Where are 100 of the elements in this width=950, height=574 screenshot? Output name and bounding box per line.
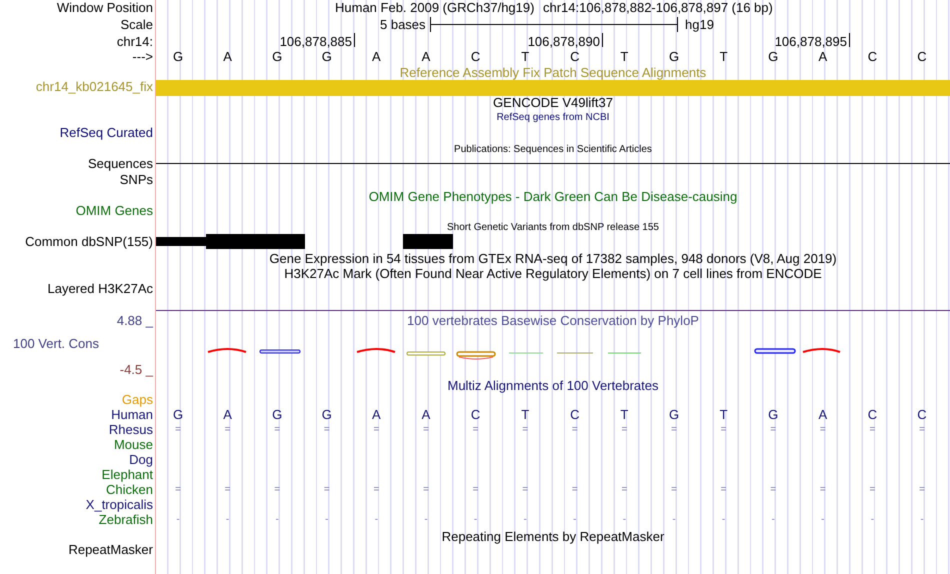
track-label[interactable]: Sequences (88, 156, 153, 172)
base-letter: G (271, 49, 284, 65)
track-label[interactable]: Common dbSNP(155) (25, 234, 153, 250)
base-letter: T (520, 407, 530, 423)
alignment-mark: = (620, 423, 628, 437)
alignment-mark: = (472, 483, 480, 497)
track-title: RefSeq genes from NCBI (496, 112, 610, 123)
base-letter: G (271, 407, 284, 423)
track-label[interactable]: Layered H3K27Ac (47, 281, 153, 297)
alignment-mark: - (720, 513, 726, 527)
base-letter: T (718, 407, 729, 423)
alignment-mark: = (224, 423, 232, 437)
ruler-tick-label: 106,878,890 (526, 34, 600, 50)
ruler-tick-label: 106,878,895 (774, 34, 847, 50)
alignment-mark: = (868, 483, 876, 497)
track-title: Gene Expression in 54 tissues from GTEx RNA-seq of 17382 samples, 948 donors (V8, Aug 2019) (269, 251, 837, 266)
alignment-mark: = (422, 423, 430, 437)
alignment-mark: - (919, 513, 925, 527)
alignment-mark: = (868, 423, 876, 437)
alignment-mark: = (521, 483, 530, 497)
base-letter: G (668, 49, 680, 65)
base-letter: G (172, 49, 184, 65)
species-label[interactable]: X_tropicalis (86, 497, 153, 513)
alignment-mark: = (174, 483, 182, 497)
base-letter: T (619, 49, 630, 65)
alignment-mark: = (670, 423, 678, 437)
species-label[interactable]: Human (111, 407, 153, 423)
base-letter: A (817, 49, 828, 65)
species-label[interactable]: Elephant (102, 467, 153, 483)
base-letter: G (320, 49, 333, 65)
alignment-mark: = (273, 423, 282, 437)
ruler-tick (354, 33, 355, 47)
alignment-mark: - (274, 513, 280, 527)
species-label[interactable]: Dog (129, 452, 153, 468)
track-label[interactable]: OMIM Genes (76, 203, 153, 219)
row-label[interactable]: Scale (120, 17, 153, 33)
base-letter: G (320, 407, 333, 423)
base-letter: A (420, 49, 432, 65)
track-title: Short Genetic Variants from dbSNP release 155 (447, 222, 659, 233)
alignment-mark: - (671, 513, 677, 527)
base-letter: C (916, 407, 928, 423)
alignment-mark: = (918, 483, 926, 497)
row-label[interactable]: Window Position (56, 0, 153, 16)
row-label[interactable]: chr14: (116, 34, 153, 50)
track-label[interactable]: RepeatMasker (68, 542, 153, 558)
alignment-mark: - (472, 513, 478, 527)
track-label[interactable]: SNPs (120, 172, 153, 188)
alignment-mark: = (720, 423, 728, 437)
alignment-mark: = (818, 423, 827, 437)
species-label[interactable]: Zebrafish (98, 512, 153, 528)
base-letter: G (668, 407, 680, 423)
base-letter: A (222, 407, 233, 423)
alignment-mark: = (422, 483, 430, 497)
species-label[interactable]: Rhesus (108, 422, 153, 438)
track-title: GENCODE V49lift37 (493, 95, 613, 110)
base-letter: G (767, 407, 780, 423)
track-label[interactable]: RefSeq Curated (60, 125, 153, 141)
alignment-mark: = (570, 483, 579, 497)
ruler-tick (849, 33, 850, 47)
alignment-mark: - (423, 513, 429, 527)
base-letter: A (817, 407, 828, 423)
position-text: chr14:106,878,882-106,878,897 (16 bp) (543, 0, 773, 16)
alignment-mark: - (522, 513, 528, 527)
axis-min-label[interactable]: -4.5 _ (120, 362, 153, 378)
axis-max-label[interactable]: 4.88 _ (116, 313, 153, 329)
variant-feature (403, 234, 453, 249)
base-letter: T (718, 49, 729, 65)
track-title: Publications: Sequences in Scientific Articles (454, 144, 652, 155)
track-title: Multiz Alignments of 100 Vertebrates (447, 378, 658, 393)
base-letter: A (371, 407, 382, 423)
base-letter: G (172, 407, 184, 423)
alignment-mark: - (820, 513, 826, 527)
alignment-mark: = (918, 423, 926, 437)
alignment-mark: = (670, 483, 678, 497)
species-label[interactable]: Chicken (106, 482, 153, 498)
alignment-mark: = (769, 483, 778, 497)
alignment-mark: - (175, 513, 181, 527)
base-letter: C (916, 49, 928, 65)
species-label[interactable]: Mouse (114, 437, 153, 453)
alignment-mark: - (374, 513, 380, 527)
track-label[interactable]: 100 Vert. Cons (13, 336, 99, 352)
track-title: Repeating Elements by RepeatMasker (442, 529, 664, 544)
base-letter: C (866, 407, 878, 423)
base-letter: A (371, 49, 382, 65)
alignment-mark: = (273, 483, 282, 497)
base-letter: A (222, 49, 233, 65)
ruler-tick-label: 106,878,885 (278, 34, 352, 50)
row-label[interactable]: ---> (132, 49, 153, 65)
base-letter: C (866, 49, 878, 65)
alignment-mark: - (224, 513, 230, 527)
base-letter: T (520, 49, 530, 65)
alignment-mark: = (372, 483, 380, 497)
alignment-mark: - (870, 513, 876, 527)
scale-label: 5 bases (380, 17, 426, 33)
base-letter: C (470, 49, 482, 65)
ruler-tick (602, 33, 603, 47)
alignment-mark: = (322, 483, 331, 497)
alignment-mark: - (324, 513, 330, 527)
alignment-mark: = (620, 483, 628, 497)
alignment-mark: = (174, 423, 182, 437)
